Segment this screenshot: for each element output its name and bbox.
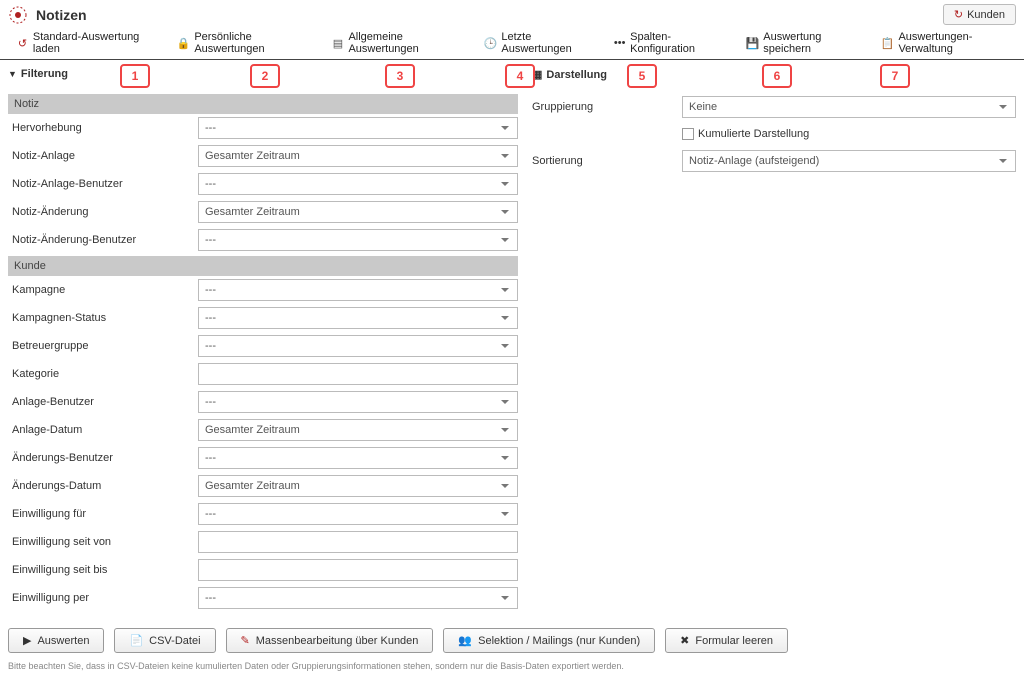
selektion-mailings-button[interactable]: 👥 Selektion / Mailings (nur Kunden) — [443, 628, 655, 653]
label-notiz-anlage-benutzer: Notiz-Anlage-Benutzer — [8, 178, 198, 190]
label-kategorie: Kategorie — [8, 368, 198, 380]
toolbar-label: Allgemeine Auswertungen — [348, 31, 465, 55]
annotation-3: 3 — [385, 64, 415, 88]
input-einwilligung-seit-von[interactable] — [198, 531, 518, 553]
toolbar-standard-auswertung-laden[interactable]: ↺ Standard-Auswertung laden — [16, 31, 159, 55]
number-annotations: 1 2 3 4 5 6 7 — [0, 60, 1024, 90]
save-icon: 💾 — [746, 36, 760, 50]
massenbearbeitung-button[interactable]: ✎ Massenbearbeitung über Kunden — [226, 628, 434, 653]
label-notiz-aenderung: Notiz-Änderung — [8, 206, 198, 218]
close-icon: ✖ — [680, 634, 689, 647]
toolbar: ↺ Standard-Auswertung laden 🔒 Persönlich… — [0, 27, 1024, 60]
toolbar-label: Persönliche Auswertungen — [194, 31, 313, 55]
label-gruppierung: Gruppierung — [532, 101, 682, 113]
toolbar-auswertung-speichern[interactable]: 💾 Auswertung speichern — [746, 31, 863, 55]
csv-icon: 📄 — [129, 634, 143, 647]
refresh-icon: ↻ — [954, 8, 963, 21]
document-icon: ▤ — [332, 36, 345, 50]
toolbar-label: Letzte Auswertungen — [501, 31, 595, 55]
toolbar-letzte-auswertungen[interactable]: 🕒 Letzte Auswertungen — [484, 31, 596, 55]
annotation-5: 5 — [627, 64, 657, 88]
formular-leeren-button[interactable]: ✖ Formular leeren — [665, 628, 788, 653]
clock-icon: 🕒 — [484, 36, 498, 50]
kunden-button[interactable]: ↻ Kunden — [943, 4, 1016, 25]
lock-icon: 🔒 — [177, 36, 191, 50]
annotation-1: 1 — [120, 64, 150, 88]
label-anlage-benutzer: Anlage-Benutzer — [8, 396, 198, 408]
label-hervorhebung: Hervorhebung — [8, 122, 198, 134]
select-notiz-anlage[interactable]: Gesamter Zeitraum — [198, 145, 518, 167]
toolbar-persoenliche-auswertungen[interactable]: 🔒 Persönliche Auswertungen — [177, 31, 314, 55]
checkbox-kumulierte[interactable] — [682, 128, 694, 140]
select-sortierung[interactable]: Notiz-Anlage (aufsteigend) — [682, 150, 1016, 172]
label-aenderungs-benutzer: Änderungs-Benutzer — [8, 452, 198, 464]
page-title: Notizen — [36, 7, 87, 23]
label-betreuergruppe: Betreuergruppe — [8, 340, 198, 352]
select-aenderungs-datum[interactable]: Gesamter Zeitraum — [198, 475, 518, 497]
select-notiz-aenderung[interactable]: Gesamter Zeitraum — [198, 201, 518, 223]
select-notiz-aenderung-benutzer[interactable]: --- — [198, 229, 518, 251]
label-einwilligung-per: Einwilligung per — [8, 592, 198, 604]
select-anlage-datum[interactable]: Gesamter Zeitraum — [198, 419, 518, 441]
app-icon — [8, 5, 28, 25]
annotation-2: 2 — [250, 64, 280, 88]
select-einwilligung-per[interactable]: --- — [198, 587, 518, 609]
annotation-6: 6 — [762, 64, 792, 88]
input-kategorie[interactable] — [198, 363, 518, 385]
label-kumulierte: Kumulierte Darstellung — [698, 128, 809, 140]
kunden-label: Kunden — [967, 9, 1005, 21]
annotation-7: 7 — [880, 64, 910, 88]
select-kampagnen-status[interactable]: --- — [198, 307, 518, 329]
toolbar-auswertungen-verwaltung[interactable]: 📋 Auswertungen-Verwaltung — [881, 31, 1016, 55]
toolbar-label: Standard-Auswertung laden — [33, 31, 159, 55]
label-kampagne: Kampagne — [8, 284, 198, 296]
label-kampagnen-status: Kampagnen-Status — [8, 312, 198, 324]
button-bar: ▶ Auswerten 📄 CSV-Datei ✎ Massenbearbeit… — [0, 618, 1024, 659]
label-aenderungs-datum: Änderungs-Datum — [8, 480, 198, 492]
people-icon: 👥 — [458, 634, 472, 647]
toolbar-spalten-konfiguration[interactable]: ••• Spalten-Konfiguration — [613, 31, 727, 55]
select-einwilligung-fuer[interactable]: --- — [198, 503, 518, 525]
label-einwilligung-seit-von: Einwilligung seit von — [8, 536, 198, 548]
select-notiz-anlage-benutzer[interactable]: --- — [198, 173, 518, 195]
play-icon: ▶ — [23, 634, 31, 647]
select-aenderungs-benutzer[interactable]: --- — [198, 447, 518, 469]
select-gruppierung[interactable]: Keine — [682, 96, 1016, 118]
footer-note: Bitte beachten Sie, dass in CSV-Dateien … — [0, 659, 1024, 681]
toolbar-label: Spalten-Konfiguration — [630, 31, 727, 55]
toolbar-label: Auswertung speichern — [763, 31, 862, 55]
label-sortierung: Sortierung — [532, 155, 682, 167]
manage-icon: 📋 — [881, 36, 895, 50]
dots-icon: ••• — [613, 36, 626, 50]
section-notiz: Notiz — [8, 94, 518, 114]
label-notiz-anlage: Notiz-Anlage — [8, 150, 198, 162]
annotation-4: 4 — [505, 64, 535, 88]
auswerten-button[interactable]: ▶ Auswerten — [8, 628, 104, 653]
label-einwilligung-seit-bis: Einwilligung seit bis — [8, 564, 198, 576]
section-kunde: Kunde — [8, 256, 518, 276]
select-hervorhebung[interactable]: --- — [198, 117, 518, 139]
toolbar-allgemeine-auswertungen[interactable]: ▤ Allgemeine Auswertungen — [332, 31, 466, 55]
select-betreuergruppe[interactable]: --- — [198, 335, 518, 357]
label-notiz-aenderung-benutzer: Notiz-Änderung-Benutzer — [8, 234, 198, 246]
input-einwilligung-seit-bis[interactable] — [198, 559, 518, 581]
reload-icon: ↺ — [16, 36, 29, 50]
label-einwilligung-fuer: Einwilligung für — [8, 508, 198, 520]
select-anlage-benutzer[interactable]: --- — [198, 391, 518, 413]
toolbar-label: Auswertungen-Verwaltung — [898, 31, 1016, 55]
select-kampagne[interactable]: --- — [198, 279, 518, 301]
label-anlage-datum: Anlage-Datum — [8, 424, 198, 436]
csv-datei-button[interactable]: 📄 CSV-Datei — [114, 628, 215, 653]
edit-icon: ✎ — [241, 634, 250, 647]
